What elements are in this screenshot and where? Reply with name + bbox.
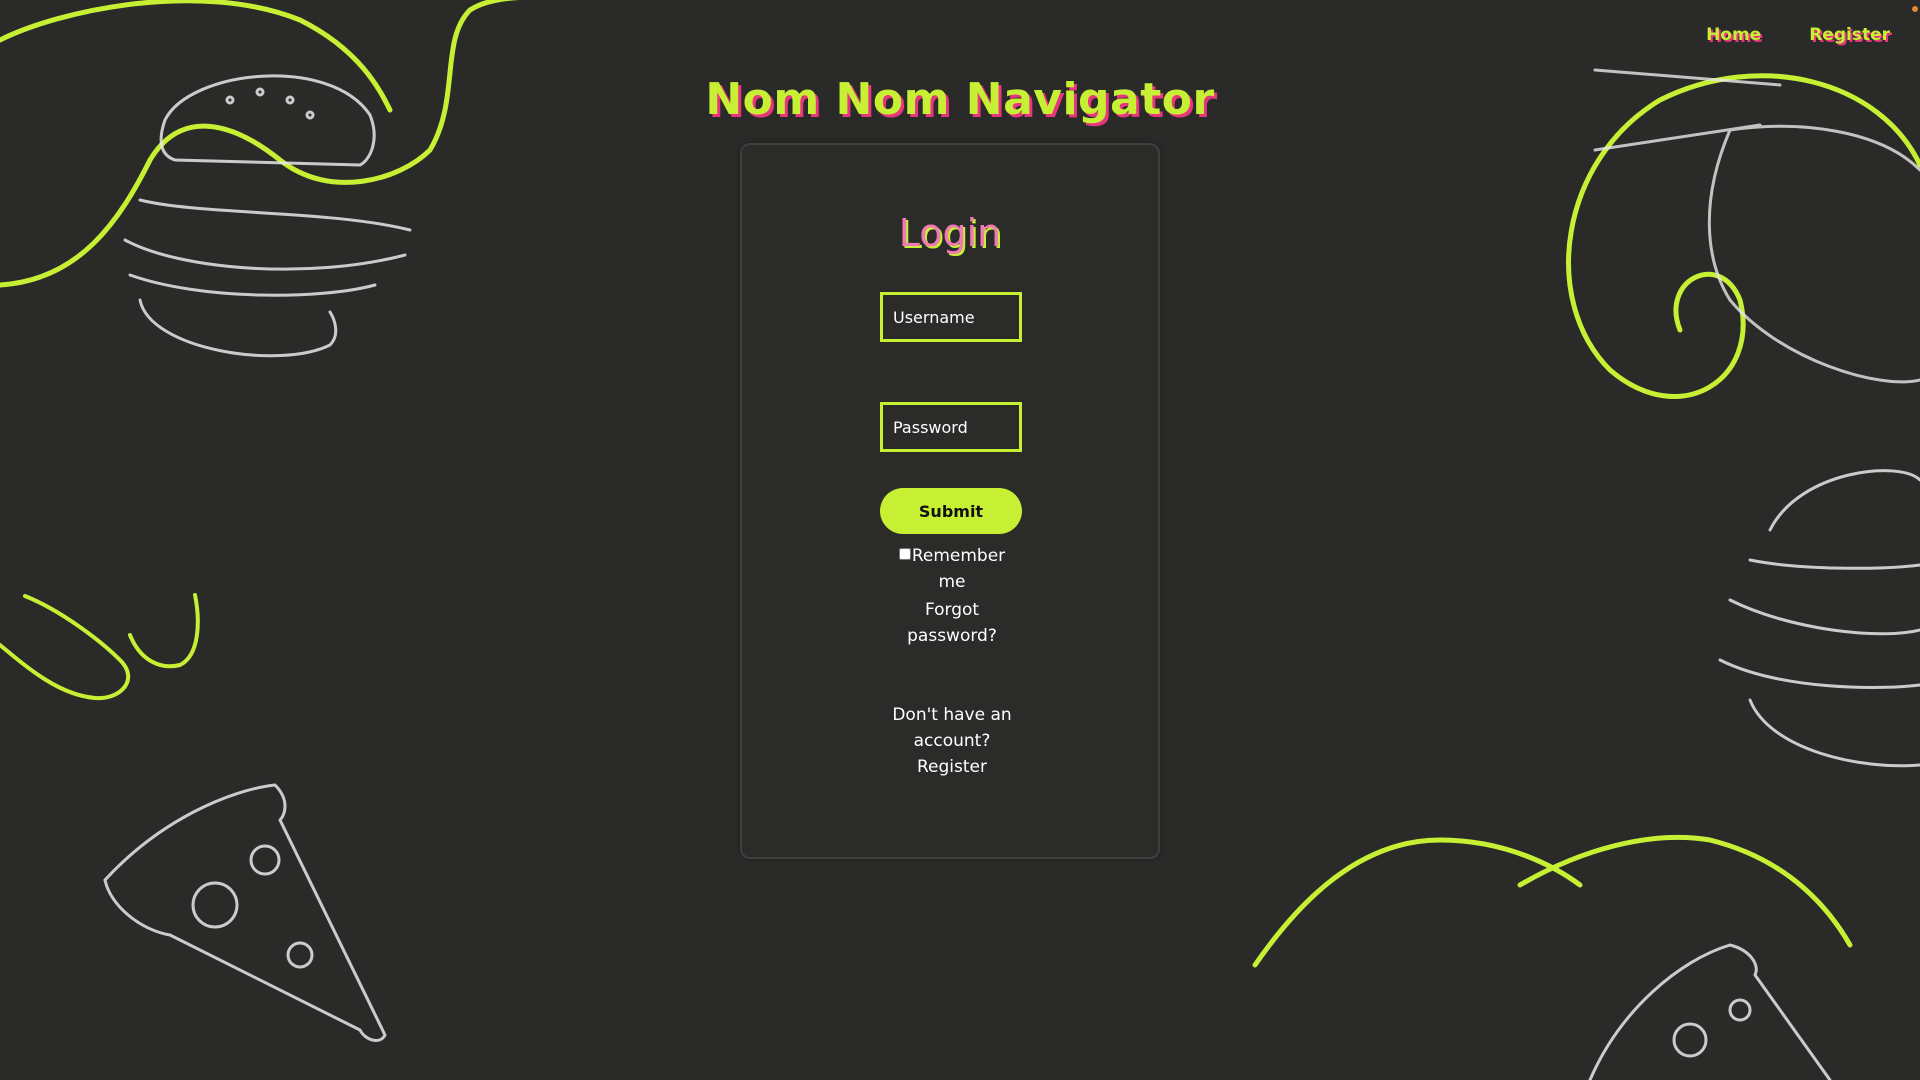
submit-button[interactable]: Submit: [880, 488, 1022, 534]
register-prompt: Don't have an account? Register: [872, 702, 1032, 780]
pizza-slice-icon-right: [1588, 943, 1832, 1080]
remember-me-label[interactable]: Remember me: [912, 546, 1005, 592]
login-card: Login Submit Remember me Forgot password…: [740, 143, 1160, 859]
login-heading: Login: [898, 211, 1002, 255]
green-arc-bottom-2: [1517, 834, 1853, 948]
remember-me: Remember me: [892, 543, 1012, 595]
site-title: Nom Nom Navigator: [705, 74, 1215, 125]
green-arc-bottom-1: [1252, 837, 1583, 968]
burger-icon-right: [1718, 469, 1920, 768]
green-squiggle-left-mid: [0, 594, 131, 701]
nav-register-link[interactable]: Register: [1809, 25, 1890, 45]
status-dot: [1912, 6, 1918, 12]
password-input[interactable]: [880, 402, 1022, 452]
username-input[interactable]: [880, 292, 1022, 342]
forgot-password-link[interactable]: Forgot password?: [892, 597, 1012, 649]
register-link[interactable]: Register: [917, 757, 987, 777]
green-squiggle-left-mid-2: [128, 593, 200, 669]
nav-home-link[interactable]: Home: [1706, 25, 1761, 45]
green-squiggle-curve: [0, 0, 519, 288]
top-nav: Home Register: [1706, 25, 1890, 45]
login-page: Home Register Nom Nom Navigator Login Su…: [0, 0, 1920, 1080]
pizza-slice-icon: [103, 783, 387, 1042]
no-account-text: Don't have an account?: [892, 705, 1012, 751]
remember-me-checkbox[interactable]: [898, 548, 911, 560]
